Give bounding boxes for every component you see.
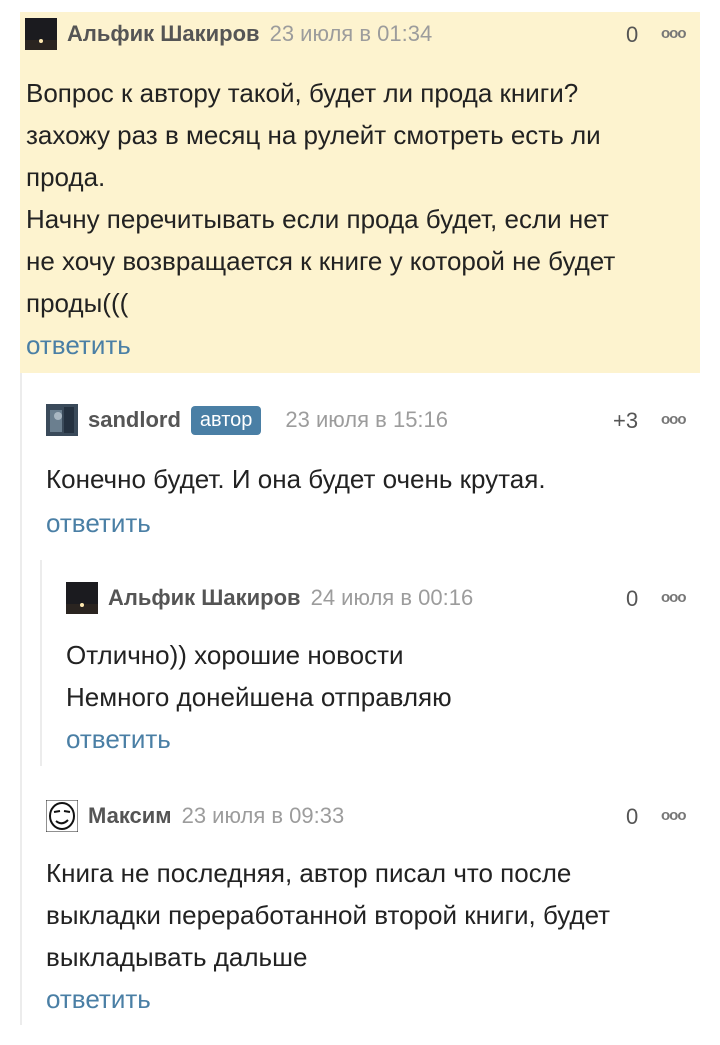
more-options-icon[interactable]: ооо — [661, 589, 686, 606]
thread-line — [40, 560, 42, 766]
comment-score: 0 — [626, 804, 639, 829]
author-name[interactable]: sandlord — [88, 407, 181, 433]
comment-text-line: выкладки переработанной второй книги, бу… — [46, 900, 611, 930]
comment-text-line: выкладывать дальше — [46, 942, 308, 972]
reply-link[interactable]: ответить — [46, 508, 151, 539]
comment-text-line: Книга не последняя, автор писал что посл… — [46, 858, 572, 888]
comment-text-line: Вопрос к автору такой, будет ли прода кн… — [26, 78, 579, 108]
comment: Максим 23 июля в 09:33 0 ооо Книга не по… — [46, 794, 700, 1024]
comment-text-line: проды((( — [26, 288, 129, 318]
comment-score: +3 — [613, 408, 639, 433]
more-options-icon[interactable]: ооо — [661, 807, 686, 824]
comment-text-line: захожу раз в месяц на рулейт смотреть ес… — [26, 120, 601, 150]
reply-link[interactable]: ответить — [26, 330, 131, 361]
comment-text-line: не хочу возвращается к книге у которой н… — [26, 246, 616, 276]
thread-line — [20, 373, 22, 1025]
more-options-icon[interactable]: ооо — [661, 411, 686, 428]
comment-score: 0 — [626, 586, 639, 611]
comment-text-line: Конечно будет. И она будет очень крутая. — [46, 464, 546, 494]
author-name[interactable]: Альфик Шакиров — [108, 585, 301, 611]
comment-text-line: Отлично)) хорошие новости — [66, 640, 404, 670]
comment: sandlord автор 23 июля в 15:16 +3 ооо Ко… — [46, 398, 700, 548]
comment: Альфик Шакиров 23 июля в 01:34 0 ооо Воп… — [20, 12, 700, 373]
comment-text-line: Начну перечитывать если прода будет, есл… — [26, 204, 609, 234]
comment-text-line: прода. — [26, 162, 106, 192]
reply-link[interactable]: ответить — [66, 724, 171, 755]
author-name[interactable]: Максим — [88, 803, 172, 829]
avatar[interactable] — [25, 18, 57, 50]
author-name[interactable]: Альфик Шакиров — [67, 21, 260, 47]
more-options-icon[interactable]: ооо — [661, 25, 686, 42]
comment-text-line: Немного донейшена отправляю — [66, 682, 452, 712]
comment-date[interactable]: 24 июля в 00:16 — [311, 585, 474, 611]
comment-date[interactable]: 23 июля в 15:16 — [285, 407, 448, 433]
comment-date[interactable]: 23 июля в 01:34 — [270, 21, 433, 47]
author-badge: автор — [190, 405, 262, 435]
avatar[interactable] — [66, 582, 98, 614]
comment-score: 0 — [626, 22, 639, 47]
avatar[interactable] — [46, 800, 78, 832]
avatar[interactable] — [46, 404, 78, 436]
comment: Альфик Шакиров 24 июля в 00:16 0 ооо Отл… — [66, 576, 700, 766]
reply-link[interactable]: ответить — [46, 984, 151, 1015]
comment-date[interactable]: 23 июля в 09:33 — [182, 803, 345, 829]
